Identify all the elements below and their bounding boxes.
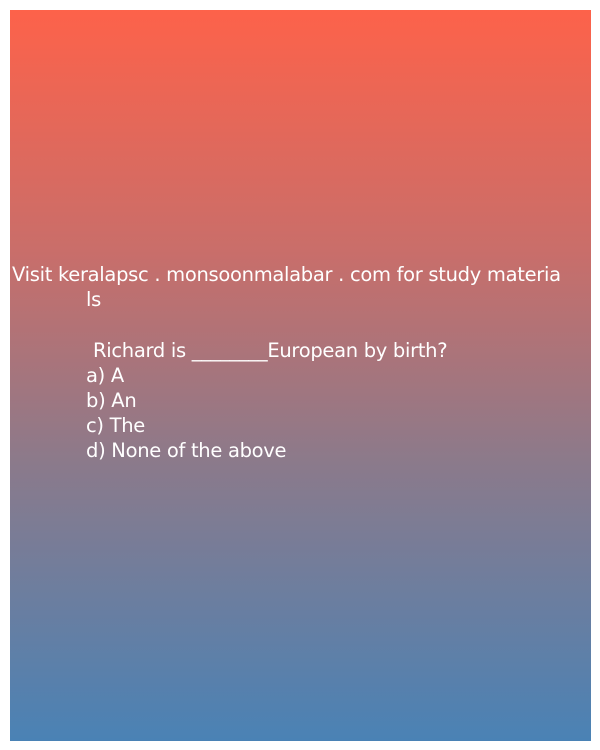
question-text-block: Visit keralapsc . monsoonmalabar . com f… — [10, 262, 591, 463]
question-card: Visit keralapsc . monsoonmalabar . com f… — [10, 10, 591, 741]
option-d: d) None of the above — [86, 439, 287, 462]
promo-text-line-2: ls — [86, 288, 101, 311]
option-c: c) The — [86, 414, 145, 437]
promo-text-line-1: Visit keralapsc . monsoonmalabar . com f… — [12, 263, 561, 286]
question-text: Richard is ________European by birth? — [93, 339, 448, 362]
option-a: a) A — [86, 364, 124, 387]
option-b: b) An — [86, 389, 137, 412]
